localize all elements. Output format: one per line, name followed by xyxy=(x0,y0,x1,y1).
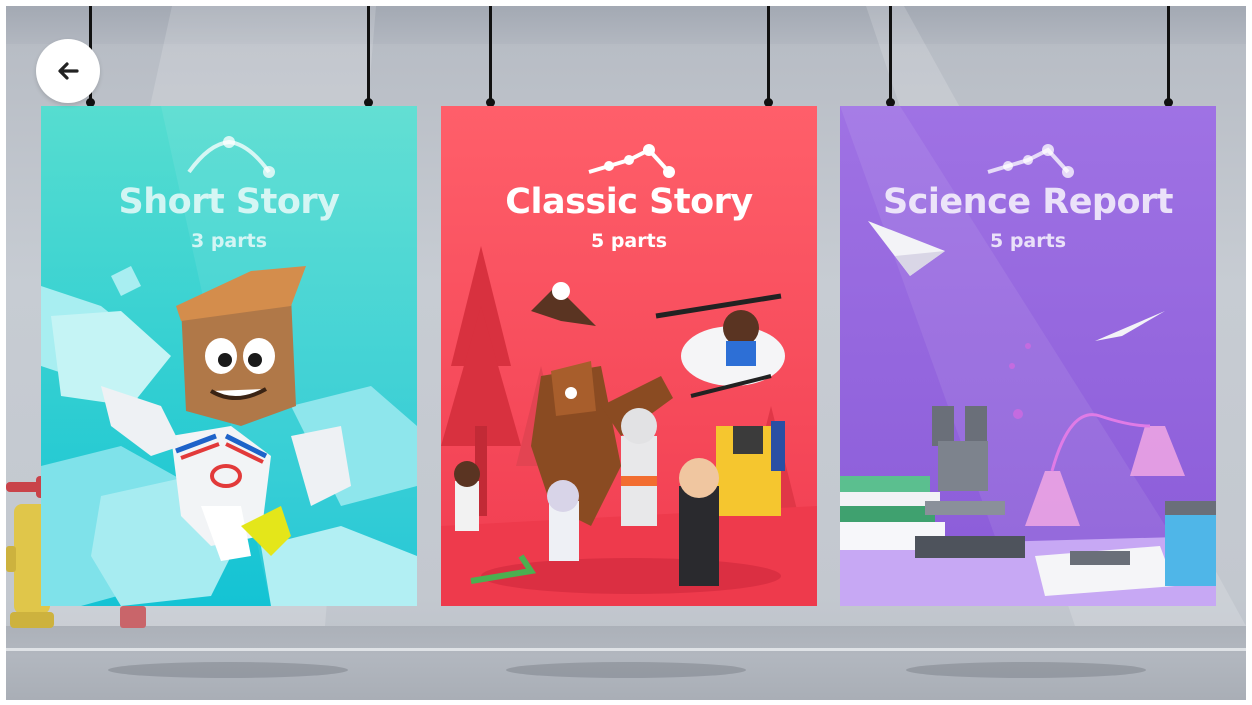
card-shadow xyxy=(906,662,1146,678)
hanging-wire xyxy=(767,6,770,102)
floor-line xyxy=(6,648,1246,651)
story-arc-5-icon xyxy=(588,144,675,178)
story-card-short-story[interactable]: Short Story 3 parts xyxy=(41,106,417,606)
science-lab-illustration xyxy=(840,106,1216,606)
card-title: Science Report xyxy=(882,182,1174,222)
card-title: Classic Story xyxy=(505,182,753,222)
card-parts-count: 3 parts xyxy=(190,230,268,252)
story-card-science-report[interactable]: Science Report 5 parts xyxy=(840,106,1216,606)
pipe-decor xyxy=(120,606,146,628)
card-parts-count: 5 parts xyxy=(590,230,668,252)
gallery-scene: Short Story 3 parts Classic Story 5 part… xyxy=(6,6,1246,700)
hanging-wire xyxy=(1167,6,1170,102)
story-arc-5-icon xyxy=(987,144,1074,178)
astronaut-character-illustration xyxy=(41,106,417,606)
classic-characters-illustration xyxy=(441,106,817,606)
story-arc-3-icon xyxy=(187,136,275,178)
story-card-classic-story[interactable]: Classic Story 5 parts xyxy=(441,106,817,606)
card-shadow xyxy=(108,662,348,678)
card-parts-count: 5 parts xyxy=(989,230,1067,252)
hanging-wire xyxy=(489,6,492,102)
hanging-wire xyxy=(367,6,370,102)
hanging-wire xyxy=(889,6,892,102)
card-shadow xyxy=(506,662,746,678)
arrow-left-icon xyxy=(58,62,79,80)
back-button[interactable] xyxy=(36,39,100,103)
card-title: Short Story xyxy=(118,182,340,222)
